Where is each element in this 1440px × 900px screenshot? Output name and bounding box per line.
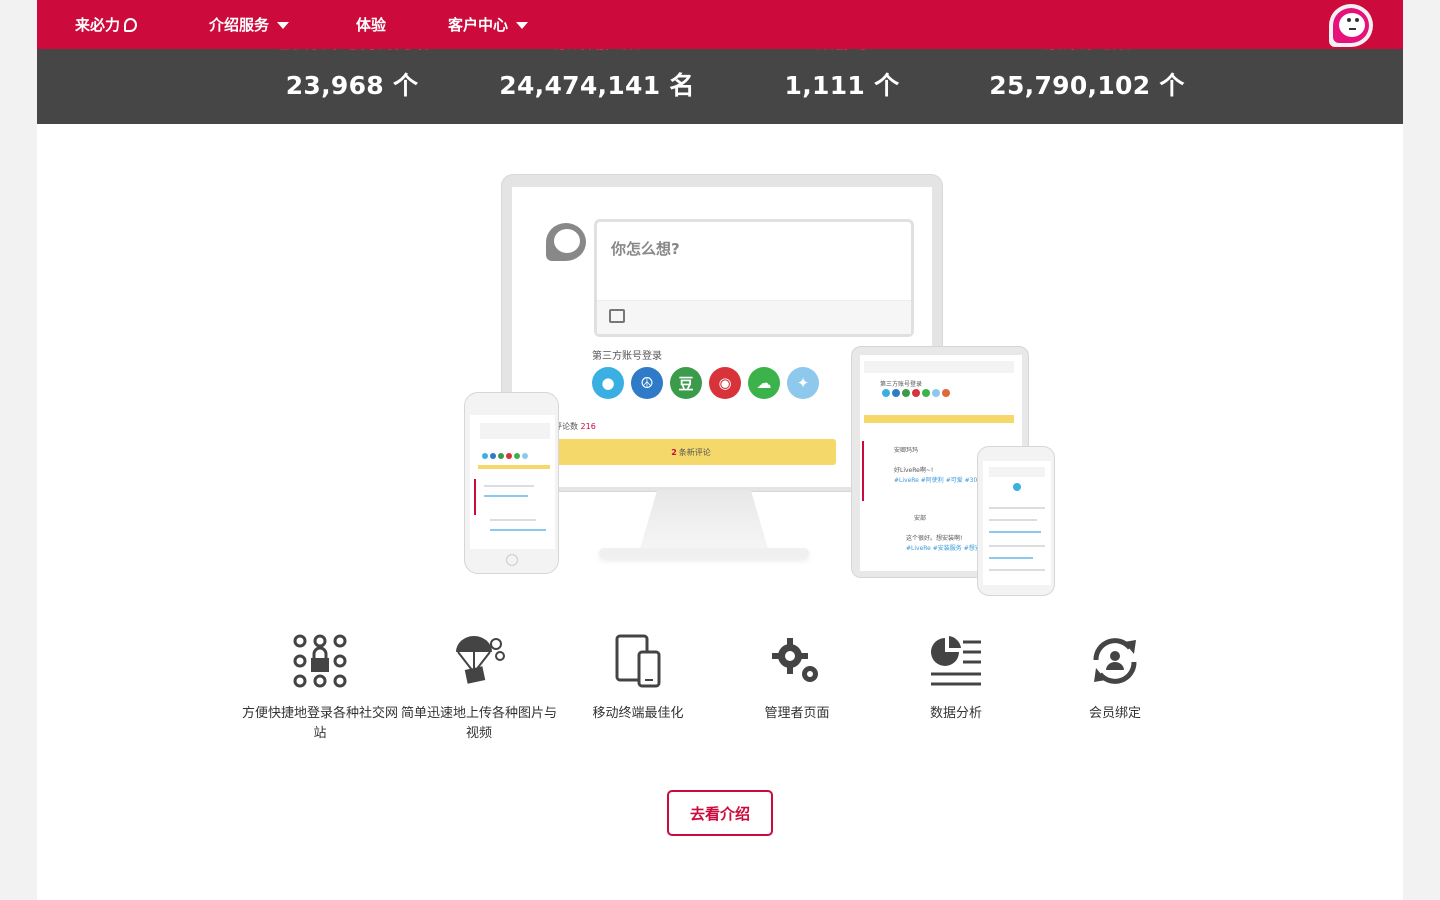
feature-label: 管理者页面 [764,706,830,721]
phone-left [464,392,559,574]
tablet-comment-text: 好LiveRe啊~! [894,467,934,474]
phone-left-screen [470,415,555,549]
qq-icon[interactable]: ● [592,367,624,399]
user-avatar[interactable] [1329,4,1373,47]
feature-member: 会员绑定 [1035,634,1195,724]
tablet-reply-text: 这个很好。想安装啊! [906,535,963,542]
nav-item-demo[interactable]: 体验 [356,14,386,35]
renren-icon[interactable]: ☮ [631,367,663,399]
comment-placeholder: 你怎么想? [611,240,680,258]
mobile-devices-icon [611,634,665,688]
tablet-reply-user: 安部 [914,515,927,522]
feature-admin: 管理者页面 [717,634,877,724]
devices-illustration: 你怎么想? 第三方账号登录 ● ☮ 豆 ◉ ☁ ✦ 总评论数 216 2 条新评论 [417,170,1055,610]
nav-item-services[interactable]: 介绍服务 [209,14,290,35]
image-upload-icon[interactable] [609,309,625,323]
feature-upload: 简单迅速地上传各种图片与视频 [399,634,559,744]
tablet-reply-tags: #LiveRe #安装服务 #想安装 [906,545,987,552]
view-intro-button[interactable]: 去看介绍 [667,790,773,836]
feature-label: 会员绑定 [1088,706,1141,721]
logo[interactable]: 来必力 [75,14,138,35]
monitor-stand [639,490,769,552]
tablet-login-label: 第三方账号登录 [880,381,923,388]
douban-icon[interactable]: 豆 [670,367,702,399]
feature-social-login: 方便快捷地登录各种社交网站 [240,634,400,744]
tablet-comment-user: 安卿玛玛 [894,447,919,454]
stat-value: 23,968 个 [285,71,419,100]
stat-value: 1,111 个 [784,71,900,100]
avatar-face-icon [1333,8,1369,43]
feature-list: 方便快捷地登录各种社交网站 简单迅速地上传各种图片与视频 移动终端最佳化 管理者… [237,634,1197,754]
nav-item-customer-center[interactable]: 客户中心 [448,14,529,35]
comment-toolbar [597,300,911,334]
feature-label: 简单迅速地上传各种图片与视频 [400,706,557,741]
phone-right-screen [983,461,1051,585]
analytics-icon [929,634,983,688]
phone-right [977,446,1055,596]
comment-input[interactable]: 你怎么想? [594,219,914,337]
phone-home-button [506,554,518,566]
weibo-icon[interactable]: ◉ [709,367,741,399]
monitor-base [599,548,809,558]
twitter-icon[interactable]: ✦ [787,367,819,399]
top-nav: 来必力 介绍服务 体验 客户中心 [37,0,1403,49]
gears-icon [770,634,824,688]
tablet-comment-tags: #LiveRe #阿使利 #可爱 #30岁 [894,477,984,484]
feature-mobile: 移动终端最佳化 [558,634,718,724]
caret-down-icon [516,22,529,29]
comment-bubble-icon [546,223,586,261]
feature-label: 移动终端最佳化 [592,706,684,721]
member-sync-icon [1088,634,1142,688]
social-login-icon [293,634,347,688]
feature-label: 数据分析 [929,706,982,721]
nav-item-label: 客户中心 [448,16,509,34]
caret-down-icon [277,22,290,29]
logo-bubble-icon [124,17,138,32]
nav-item-label: 介绍服务 [209,16,270,34]
nav-item-label: 体验 [356,16,387,34]
upload-parachute-icon [452,634,506,688]
social-login-label: 第三方账号登录 [592,351,662,362]
stat-value: 24,474,141 名 [499,71,695,100]
new-comments-bar[interactable]: 2 条新评论 [546,439,836,465]
page: 已安装来必力的网站 23,968 个 累计用户数 24,474,141 名 顾客… [37,0,1403,900]
wechat-icon[interactable]: ☁ [748,367,780,399]
feature-analytics: 数据分析 [876,634,1036,724]
feature-label: 方便快捷地登录各种社交网站 [241,706,398,741]
logo-text: 来必力 [75,16,121,34]
stat-value: 25,790,102 个 [989,71,1185,100]
